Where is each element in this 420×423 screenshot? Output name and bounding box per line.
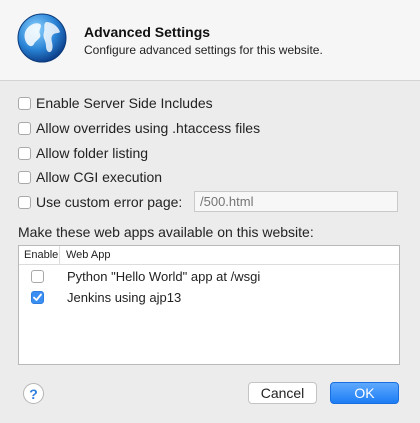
webapp-label: Python "Hello World" app at /wsgi: [67, 268, 261, 284]
checkbox[interactable]: [18, 146, 31, 160]
globe-icon: [17, 13, 67, 63]
option-label: Enable Server Side Includes: [36, 95, 213, 111]
dialog-subtitle: Configure advanced settings for this web…: [84, 43, 323, 57]
enable-checkbox[interactable]: [30, 269, 44, 283]
checkbox[interactable]: [18, 170, 31, 184]
option-label: Allow folder listing: [36, 145, 149, 161]
checkbox[interactable]: [18, 96, 31, 110]
webapp-label: Jenkins using ajp13: [67, 289, 182, 305]
cancel-button[interactable]: Cancel: [248, 382, 317, 404]
column-header-web-app[interactable]: Web App: [60, 246, 110, 264]
enable-checkbox[interactable]: [30, 290, 44, 304]
help-button[interactable]: ?: [23, 383, 44, 404]
table-row[interactable]: Python "Hello World" app at /wsgi: [19, 265, 399, 287]
dialog-title: Advanced Settings: [84, 24, 211, 40]
checkbox[interactable]: [18, 121, 31, 135]
error-page-input[interactable]: [194, 191, 398, 212]
option-label: Use custom error page:: [36, 194, 183, 210]
table-row[interactable]: Jenkins using ajp13: [19, 286, 399, 308]
table-header: Enable Web App: [19, 246, 399, 265]
webapps-table: Enable Web App Python "Hello World" app …: [18, 245, 400, 365]
ok-button[interactable]: OK: [330, 382, 399, 404]
option-htaccess-overrides[interactable]: Allow overrides using .htaccess files: [18, 119, 260, 137]
option-custom-error-page[interactable]: Use custom error page:: [18, 193, 182, 211]
option-label: Allow overrides using .htaccess files: [36, 120, 261, 136]
column-header-enable[interactable]: Enable: [19, 246, 60, 264]
option-folder-listing[interactable]: Allow folder listing: [18, 144, 148, 162]
checkbox[interactable]: [18, 195, 31, 209]
checkmark-icon: [32, 293, 42, 301]
option-cgi-execution[interactable]: Allow CGI execution: [18, 168, 162, 186]
option-server-side-includes[interactable]: Enable Server Side Includes: [18, 94, 213, 112]
dialog-header: Advanced Settings Configure advanced set…: [0, 0, 420, 81]
option-label: Allow CGI execution: [36, 169, 163, 185]
webapps-label: Make these web apps available on this we…: [18, 224, 314, 240]
